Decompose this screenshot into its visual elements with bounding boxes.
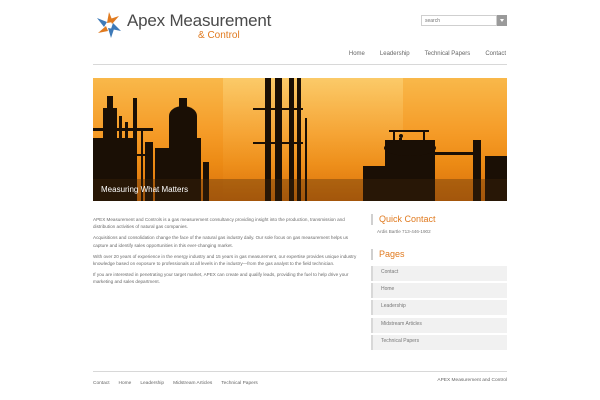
banner-caption-bar: Measuring What Matters (93, 179, 507, 201)
experience-paragraph: With over 20 years of experience in the … (93, 253, 357, 266)
acquisitions-paragraph: Acquisitions and consolidation change th… (93, 235, 349, 248)
main-content: APEX Measurement and Controls is a gas m… (93, 216, 359, 289)
quick-contact-text: Ardis Bartle 713-446-1902 (377, 229, 431, 234)
footer-link-home[interactable]: Home (119, 381, 132, 386)
footer-link-contact[interactable]: Contact (93, 381, 110, 386)
banner-caption: Measuring What Matters (101, 185, 189, 194)
nav-item-leadership[interactable]: Leadership (365, 51, 410, 57)
sidebar-item-leadership[interactable]: Leadership (371, 300, 507, 316)
nav-item-home[interactable]: Home (334, 51, 365, 57)
footer-divider (93, 371, 507, 372)
sidebar-item-midstream-articles[interactable]: Midstream Articles (371, 317, 507, 333)
sidebar-item-contact[interactable]: Contact (371, 266, 507, 281)
brand-name: Apex Measurement (127, 11, 272, 30)
brand-subtitle: & Control (198, 30, 240, 41)
main-nav: Home Leadership Technical Papers Contact (334, 51, 506, 57)
pages-heading: Pages (371, 249, 507, 260)
nav-divider (93, 64, 507, 65)
site-logo[interactable]: Apex Measurement & Control (94, 10, 271, 44)
search-input[interactable] (421, 15, 497, 26)
chevron-down-icon (500, 19, 504, 22)
footer-link-technical-papers[interactable]: Technical Papers (221, 381, 258, 386)
footer-link-leadership[interactable]: Leadership (140, 381, 164, 386)
apex-logo-icon (97, 12, 121, 38)
leads-paragraph: If you are interested in penetrating you… (93, 271, 349, 285)
footer-link-midstream-articles[interactable]: Midstream Articles (173, 381, 212, 386)
search-button[interactable] (497, 15, 507, 26)
pages-list: Contact Home Leadership Midstream Articl… (371, 266, 507, 350)
quick-contact-heading: Quick Contact (371, 214, 507, 225)
sidebar-item-technical-papers[interactable]: Technical Papers (371, 334, 507, 350)
hero-banner: Measuring What Matters (93, 78, 507, 201)
search-form (421, 15, 507, 26)
footer-copyright: APEX Measurement and Control (437, 378, 507, 383)
nav-item-contact[interactable]: Contact (470, 51, 506, 57)
sidebar: Quick Contact Ardis Bartle 713-446-1902 … (371, 214, 507, 352)
sidebar-item-home[interactable]: Home (371, 283, 507, 299)
footer-nav: Contact Home Leadership Midstream Articl… (93, 381, 267, 386)
intro-paragraph: APEX Measurement and Controls is a gas m… (93, 217, 345, 230)
nav-item-technical-papers[interactable]: Technical Papers (410, 51, 471, 57)
